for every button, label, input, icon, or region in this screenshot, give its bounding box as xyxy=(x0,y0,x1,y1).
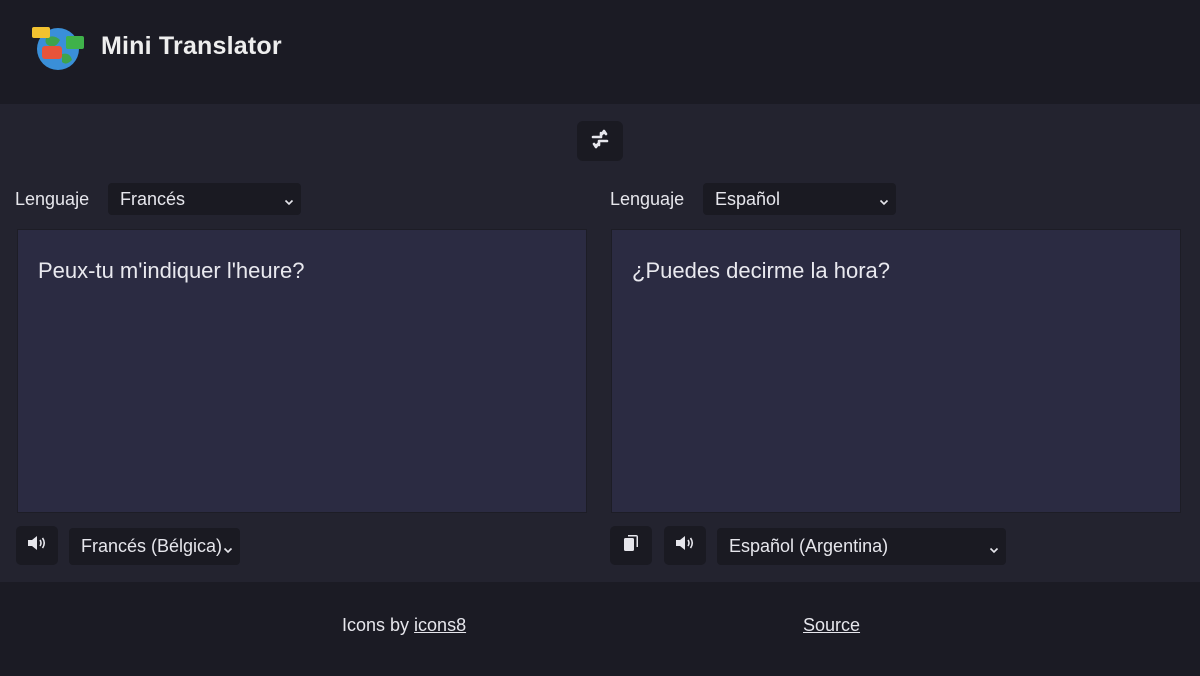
swap-languages-button[interactable] xyxy=(577,121,623,161)
target-text-output[interactable]: ¿Puedes decirme la hora? xyxy=(611,229,1181,513)
chevron-down-icon xyxy=(222,540,234,554)
target-language-select[interactable]: Español xyxy=(703,183,896,215)
target-speak-button[interactable] xyxy=(664,526,706,565)
app-footer xyxy=(0,582,1200,676)
source-language-value: Francés xyxy=(120,188,186,209)
source-voice-value: Francés (Bélgica) xyxy=(81,536,223,556)
speaker-icon xyxy=(674,533,696,558)
source-voice-select[interactable]: Francés (Bélgica) xyxy=(69,528,240,565)
speaker-icon xyxy=(26,533,48,558)
source-speak-button[interactable] xyxy=(16,526,58,565)
credits-prefix: Icons by xyxy=(342,615,415,635)
source-text-input[interactable]: Peux-tu m'indiquer l'heure? xyxy=(17,229,587,513)
app-title: Mini Translator xyxy=(101,32,282,60)
target-language-value: Español xyxy=(715,188,781,209)
source-language-select[interactable]: Francés xyxy=(108,183,301,215)
target-voice-select[interactable]: Español (Argentina) xyxy=(717,528,1006,565)
target-voice-value: Español (Argentina) xyxy=(729,536,889,556)
app-header: Mini Translator xyxy=(0,0,1200,104)
chevron-down-icon xyxy=(878,192,890,206)
copy-button[interactable] xyxy=(610,526,652,565)
source-text: Peux-tu m'indiquer l'heure? xyxy=(38,258,305,283)
chevron-down-icon xyxy=(988,540,1000,554)
source-language-label: Lenguaje xyxy=(15,189,90,209)
icons-credit: Icons by icons8 xyxy=(342,615,466,636)
target-text: ¿Puedes decirme la hora? xyxy=(632,258,891,283)
icons8-link[interactable]: icons8 xyxy=(414,615,466,635)
globe-chat-icon xyxy=(32,24,84,72)
swap-arrows-icon xyxy=(589,128,611,155)
chevron-down-icon xyxy=(283,192,295,206)
target-language-label: Lenguaje xyxy=(610,189,685,209)
copy-icon xyxy=(622,533,640,558)
source-link[interactable]: Source xyxy=(803,615,860,636)
